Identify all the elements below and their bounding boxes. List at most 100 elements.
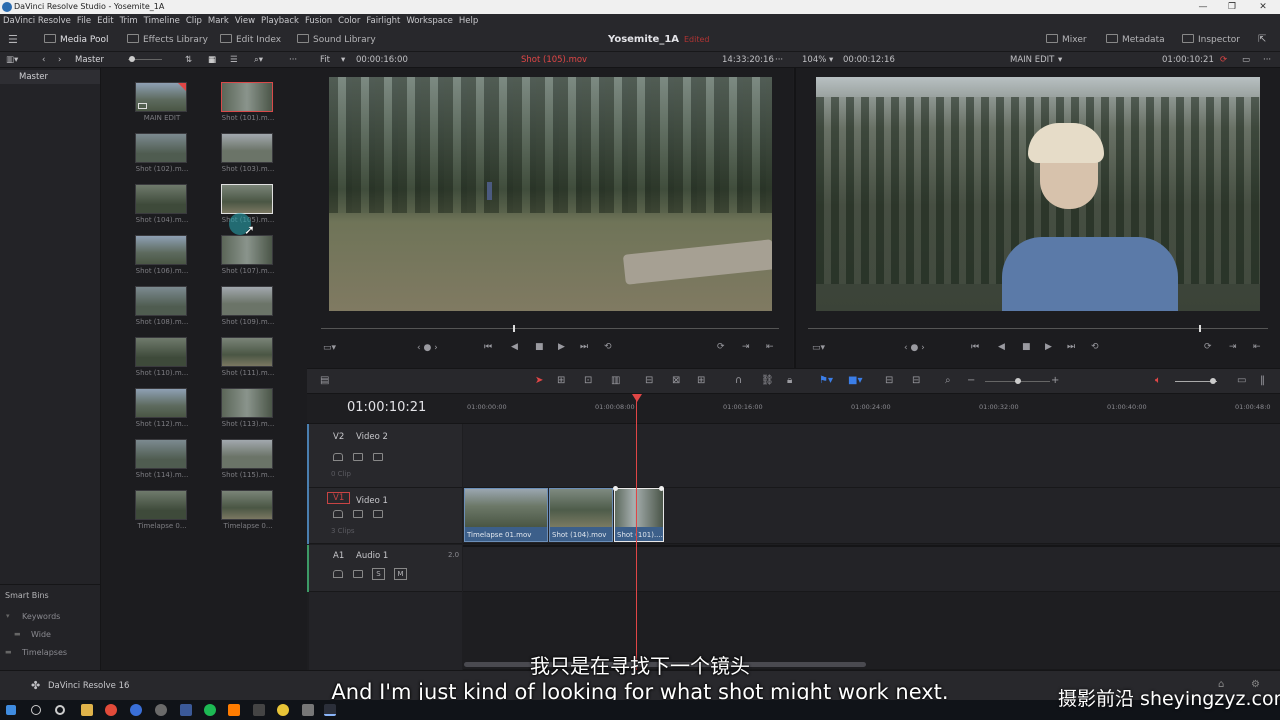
lock-icon[interactable] xyxy=(333,453,343,461)
timeline-ruler[interactable]: 01:00:00:00 01:00:08:00 01:00:16:00 01:0… xyxy=(463,394,1280,424)
track-name[interactable]: Video 2 xyxy=(356,432,388,442)
workspace-toggle-icon[interactable]: ☰ xyxy=(8,28,18,52)
media-pool-clip[interactable]: Shot (115).m... xyxy=(221,439,275,479)
smart-bin-wide[interactable]: Wide xyxy=(31,630,51,639)
clip-handle[interactable] xyxy=(659,486,664,491)
davinci-resolve-taskbar-icon[interactable] xyxy=(324,704,336,716)
viewer-mode-icon[interactable]: ▭▾ xyxy=(323,343,336,353)
marker-icon[interactable]: ■▾ xyxy=(848,375,862,386)
forward-arrow-icon[interactable]: › xyxy=(58,52,61,68)
media-pool-clip[interactable]: Shot (113).m... xyxy=(221,388,275,428)
track-header-a1[interactable]: A1 Audio 1 2.0 S M xyxy=(309,545,462,592)
play-reverse-icon[interactable]: ◀ xyxy=(998,342,1005,352)
mute-button[interactable]: M xyxy=(394,568,407,580)
track-name[interactable]: Audio 1 xyxy=(356,551,388,561)
track-lane-v1[interactable]: Timelapse 01.mov Shot (104).mov Shot (10… xyxy=(463,486,1280,544)
menu-davinci-resolve[interactable]: DaVinci Resolve xyxy=(0,14,74,28)
solo-button[interactable]: S xyxy=(372,568,385,580)
timeline-zoom-select[interactable]: 104% xyxy=(802,52,826,68)
go-to-start-icon[interactable]: ⏮ xyxy=(484,342,492,352)
sound-library-button[interactable]: Sound Library xyxy=(297,28,376,52)
zoom-custom-icon[interactable]: ⌕ xyxy=(945,375,951,386)
thumbnail-view-icon[interactable]: ▦ xyxy=(208,52,216,68)
insert-clip-icon[interactable]: ⊟ xyxy=(645,375,653,386)
inspector-button[interactable]: Inspector xyxy=(1182,28,1240,52)
menu-help[interactable]: Help xyxy=(456,14,481,28)
menu-playback[interactable]: Playback xyxy=(258,14,302,28)
maximize-button[interactable]: ❐ xyxy=(1219,0,1245,14)
track-name[interactable]: Video 1 xyxy=(356,496,388,506)
track-id-destination[interactable]: V1 xyxy=(327,492,351,504)
viewer-mode-icon[interactable]: ▭ xyxy=(1242,52,1250,68)
sync-icon[interactable]: ⟳ xyxy=(1220,52,1227,68)
browser-icon[interactable] xyxy=(130,704,142,716)
source-playhead[interactable] xyxy=(513,325,516,332)
timeline-name-select[interactable]: MAIN EDIT xyxy=(1010,52,1054,68)
source-frame-image[interactable] xyxy=(329,77,772,311)
menu-timeline[interactable]: Timeline xyxy=(141,14,183,28)
mark-out-icon[interactable]: ⇤ xyxy=(766,342,774,352)
close-button[interactable]: ✕ xyxy=(1250,0,1276,14)
snapping-icon[interactable]: ∩ xyxy=(735,375,742,386)
play-reverse-icon[interactable]: ◀ xyxy=(511,342,518,352)
app-icon[interactable] xyxy=(155,704,167,716)
auto-select-icon[interactable] xyxy=(353,570,363,578)
trim-tool-icon[interactable]: ⊞ xyxy=(557,375,565,386)
zoom-slider-handle[interactable] xyxy=(1015,378,1021,384)
timeline-viewer-playhead[interactable] xyxy=(1199,325,1201,332)
linked-selection-icon[interactable]: ⛓ xyxy=(761,375,774,386)
sort-icon[interactable]: ⇅ xyxy=(185,52,192,68)
volume-slider-handle[interactable] xyxy=(1210,378,1216,384)
meter-icon[interactable]: ▭ xyxy=(1237,375,1246,386)
media-pool-clip[interactable]: Timelapse 0... xyxy=(135,490,189,530)
metadata-button[interactable]: Metadata xyxy=(1106,28,1165,52)
media-pool-clip[interactable]: Shot (106).m... xyxy=(135,235,189,275)
expand-icon[interactable]: ⇱ xyxy=(1258,28,1266,52)
jog-control[interactable]: ‹ ● › xyxy=(904,343,925,353)
auto-select-icon[interactable] xyxy=(353,510,363,518)
stop-icon[interactable]: ■ xyxy=(1022,342,1031,352)
bin-options-icon[interactable]: ··· xyxy=(289,52,297,68)
app-icon[interactable] xyxy=(277,704,289,716)
mark-in-icon[interactable]: ⇥ xyxy=(1229,342,1237,352)
overwrite-clip-icon[interactable]: ⊠ xyxy=(672,375,680,386)
mark-in-icon[interactable]: ⇥ xyxy=(742,342,750,352)
media-pool-clip[interactable]: Shot (101).m... xyxy=(221,82,275,122)
media-pool-timeline[interactable]: MAIN EDIT xyxy=(135,82,189,122)
minimize-button[interactable]: — xyxy=(1190,0,1216,14)
media-pool-button[interactable]: Media Pool xyxy=(44,28,109,52)
auto-select-icon[interactable] xyxy=(353,453,363,461)
smart-bin-keywords[interactable]: Keywords xyxy=(22,612,60,621)
play-icon[interactable]: ▶ xyxy=(1045,342,1052,352)
go-to-start-icon[interactable]: ⏮ xyxy=(971,342,979,352)
bin-master[interactable]: Master xyxy=(0,70,100,84)
timeline-clip[interactable]: Timelapse 01.mov xyxy=(464,488,548,542)
stop-icon[interactable]: ■ xyxy=(535,342,544,352)
track-lane-a1[interactable] xyxy=(463,545,1280,592)
media-pool-clip[interactable]: Shot (111).m... xyxy=(221,337,275,377)
play-icon[interactable]: ▶ xyxy=(558,342,565,352)
source-options-icon[interactable]: ··· xyxy=(775,52,783,68)
timeline-clip-selected[interactable]: Shot (101).... xyxy=(614,488,664,542)
menu-edit[interactable]: Edit xyxy=(94,14,116,28)
viewer-options-icon[interactable]: ··· xyxy=(1263,52,1271,68)
spotify-icon[interactable] xyxy=(204,704,216,716)
lock-icon[interactable] xyxy=(333,570,343,578)
zoom-full-icon[interactable]: ⊟ xyxy=(885,375,893,386)
list-view-icon[interactable]: ☰ xyxy=(230,52,238,68)
cortana-icon[interactable] xyxy=(55,705,65,715)
match-frame-icon[interactable]: ⟳ xyxy=(717,342,725,352)
dynamic-trim-icon[interactable]: ⊡ xyxy=(584,375,592,386)
edit-index-button[interactable]: Edit Index xyxy=(220,28,281,52)
back-arrow-icon[interactable]: ‹ xyxy=(42,52,45,68)
media-pool-clip[interactable]: Shot (103).m... xyxy=(221,133,275,173)
media-pool-clip[interactable]: Shot (109).m... xyxy=(221,286,275,326)
timeline-frame-image[interactable] xyxy=(816,77,1260,311)
zoom-detail-icon[interactable]: ⊟ xyxy=(912,375,920,386)
zoom-out-icon[interactable]: − xyxy=(967,375,975,386)
chevron-down-icon[interactable]: ▾ xyxy=(6,612,10,620)
menu-fairlight[interactable]: Fairlight xyxy=(363,14,403,28)
menu-color[interactable]: Color xyxy=(335,14,363,28)
thumb-size-slider-handle[interactable] xyxy=(129,56,135,62)
match-frame-icon[interactable]: ⟳ xyxy=(1204,342,1212,352)
